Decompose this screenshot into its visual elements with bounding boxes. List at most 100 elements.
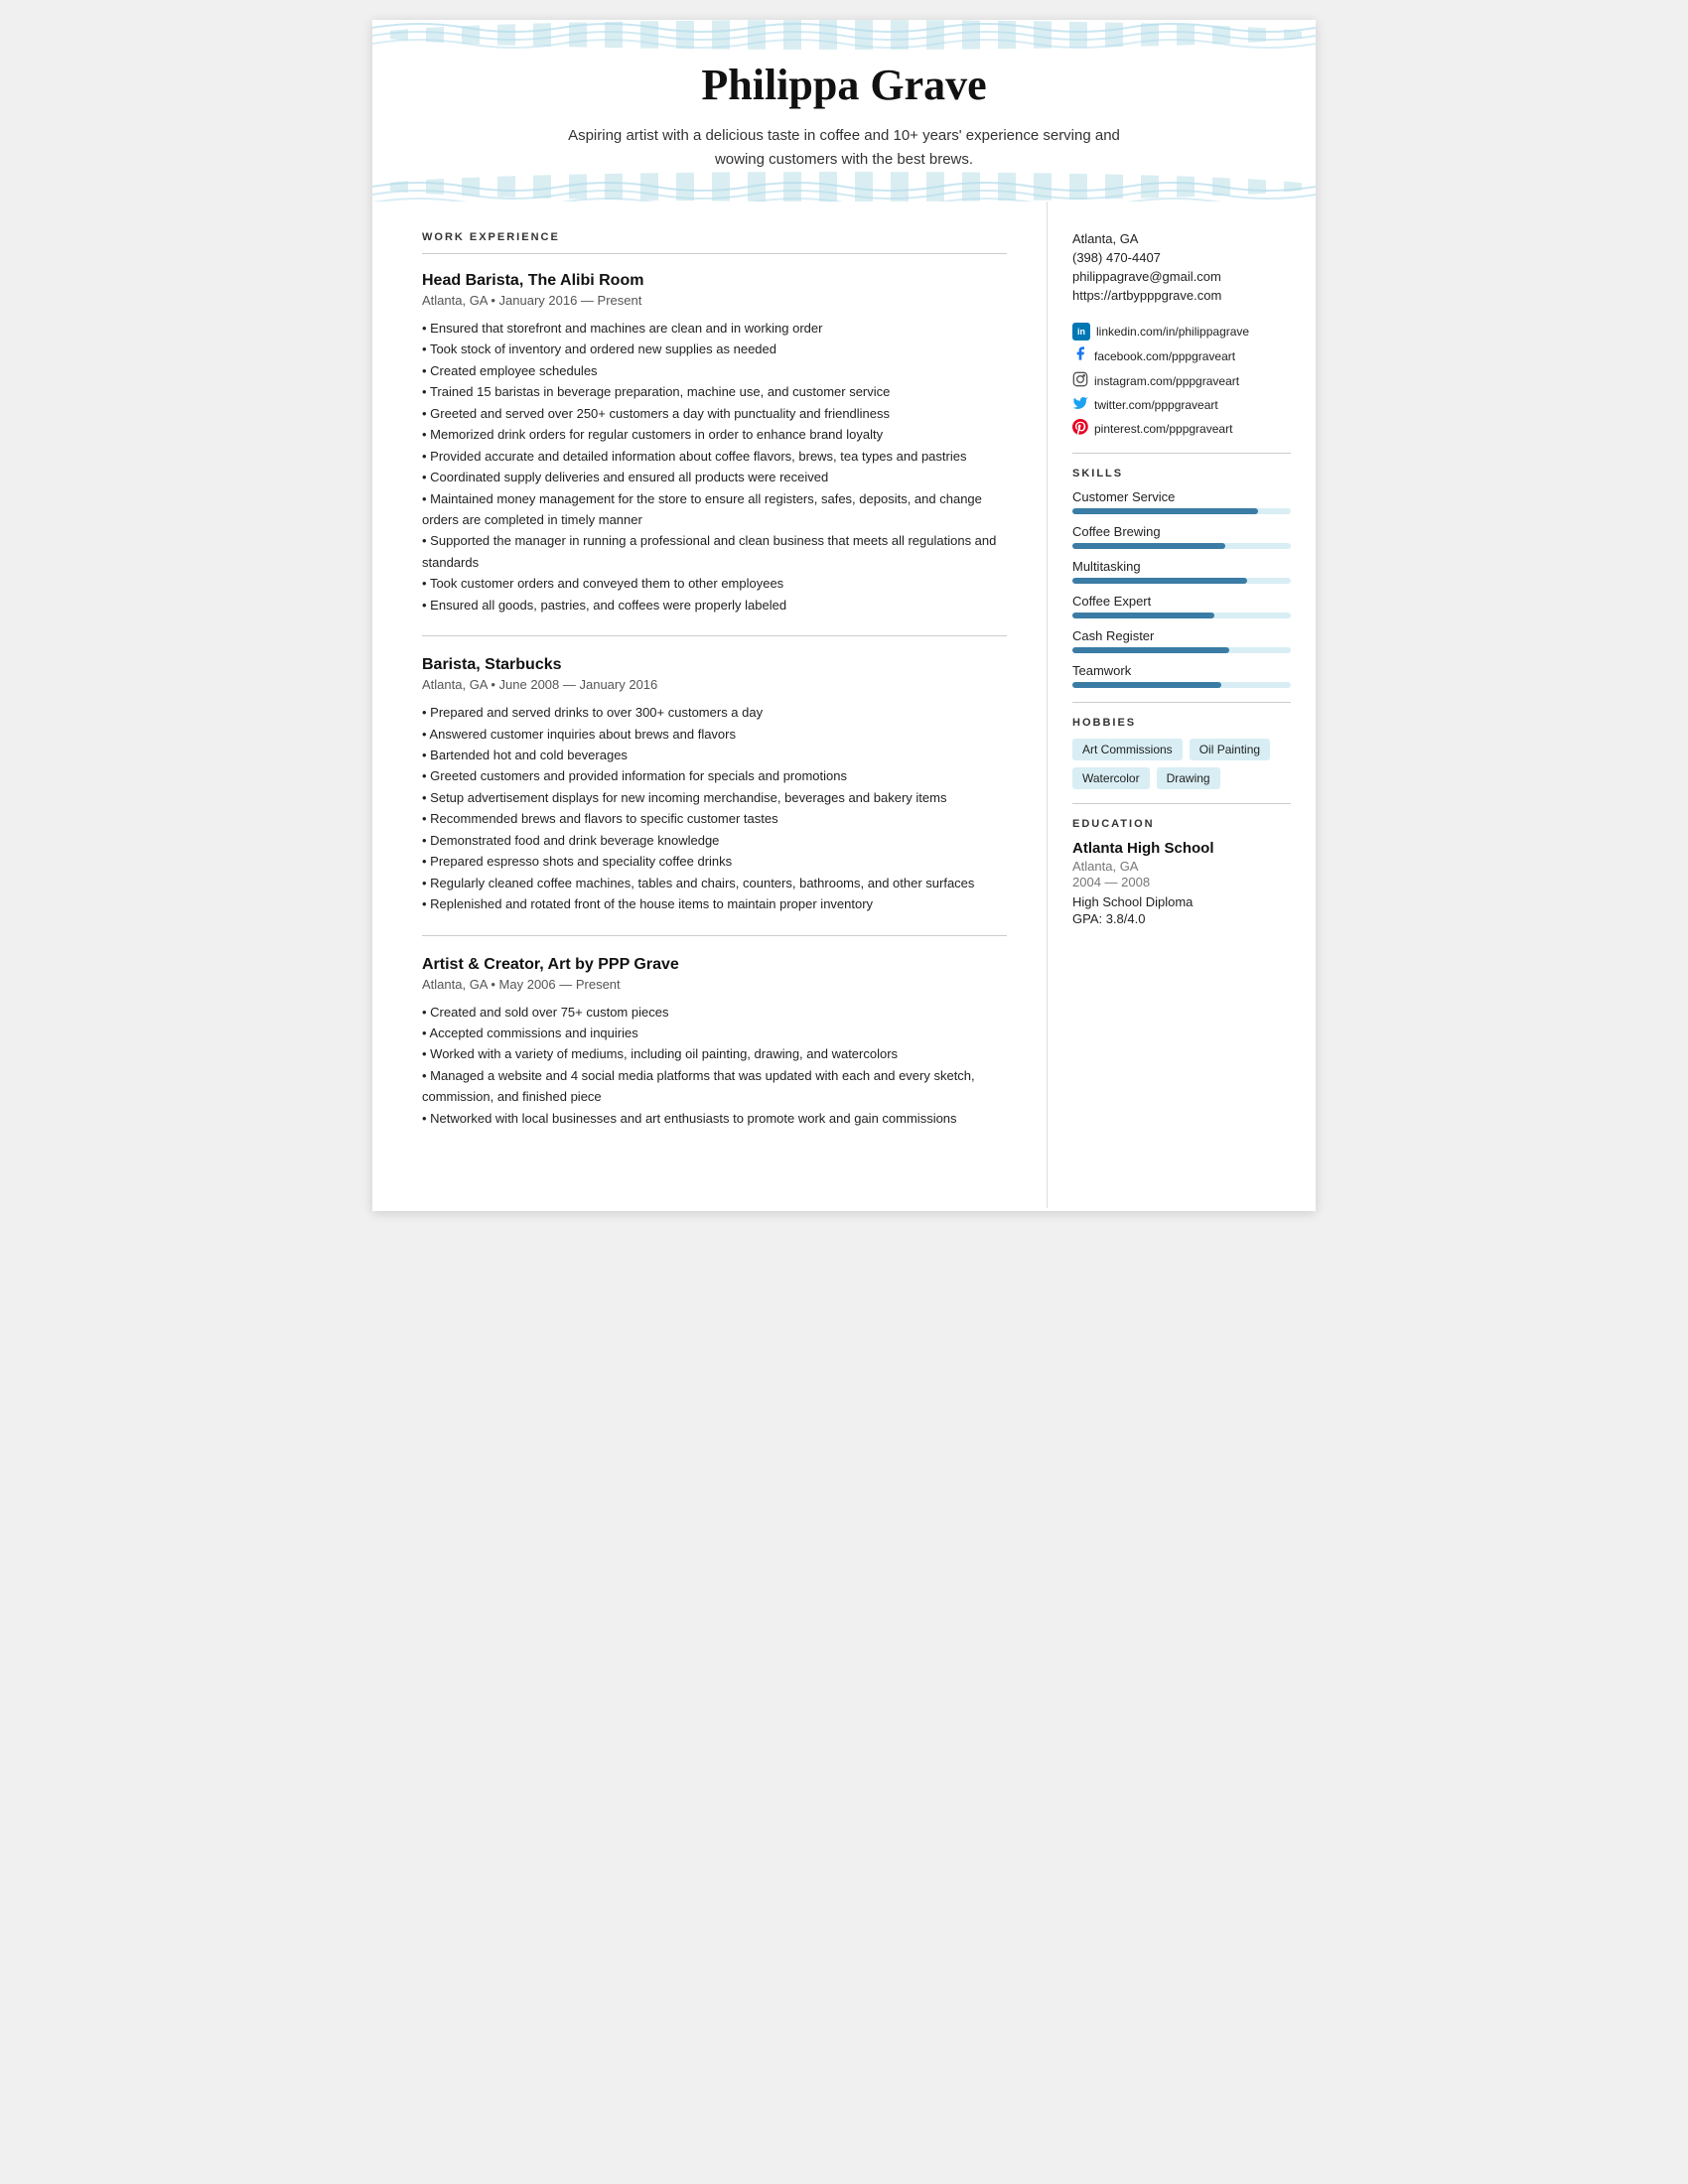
skill-name: Teamwork (1072, 663, 1291, 678)
bullet-item: Maintained money management for the stor… (422, 488, 1007, 531)
contact-website: https://artbypppgrave.com (1072, 288, 1291, 303)
instagram-icon (1072, 371, 1088, 390)
job-meta: Atlanta, GA • May 2006 — Present (422, 977, 1007, 992)
bullet-item: Supported the manager in running a profe… (422, 530, 1007, 573)
hobbies-list: Art CommissionsOil PaintingWatercolorDra… (1072, 739, 1291, 789)
bullet-item: Demonstrated food and drink beverage kno… (422, 830, 1007, 851)
social-item-facebook: facebook.com/pppgraveart (1072, 345, 1291, 366)
bullet-item: Replenished and rotated front of the hou… (422, 893, 1007, 914)
skill-bar-fill (1072, 647, 1229, 653)
edu-years: 2004 — 2008 (1072, 875, 1291, 889)
bullet-item: Memorized drink orders for regular custo… (422, 424, 1007, 445)
bullet-item: Worked with a variety of mediums, includ… (422, 1043, 1007, 1064)
bullet-item: Accepted commissions and inquiries (422, 1023, 1007, 1043)
skill-bar-fill (1072, 508, 1258, 514)
bullet-item: Prepared espresso shots and speciality c… (422, 851, 1007, 872)
skill-name: Customer Service (1072, 489, 1291, 504)
bullet-item: Provided accurate and detailed informati… (422, 446, 1007, 467)
skill-name: Multitasking (1072, 559, 1291, 574)
resume-page: Philippa Grave Aspiring artist with a de… (372, 20, 1316, 1211)
skill-bar-fill (1072, 578, 1247, 584)
right-column: Atlanta, GA (398) 470-4407 philippagrave… (1048, 202, 1316, 1208)
main-content: WORK EXPERIENCE Head Barista, The Alibi … (372, 202, 1316, 1208)
bullet-item: Coordinated supply deliveries and ensure… (422, 467, 1007, 487)
skills-list: Customer Service Coffee Brewing Multitaski… (1072, 489, 1291, 688)
education-divider (1072, 803, 1291, 804)
bullet-item: Created employee schedules (422, 360, 1007, 381)
facebook-handle: facebook.com/pppgraveart (1094, 349, 1235, 363)
job-bullets: Ensured that storefront and machines are… (422, 318, 1007, 615)
bullet-item: Bartended hot and cold beverages (422, 745, 1007, 765)
skill-item: Coffee Expert (1072, 594, 1291, 618)
pinterest-handle: pinterest.com/pppgraveart (1094, 422, 1232, 436)
job-title: Barista, Starbucks (422, 656, 1007, 674)
skill-name: Cash Register (1072, 628, 1291, 643)
bullet-item: Trained 15 baristas in beverage preparat… (422, 381, 1007, 402)
job-meta: Atlanta, GA • June 2008 — January 2016 (422, 677, 1007, 692)
edu-city: Atlanta, GA (1072, 859, 1291, 874)
job-bullets: Created and sold over 75+ custom piecesA… (422, 1002, 1007, 1130)
bullet-item: Ensured all goods, pastries, and coffees… (422, 595, 1007, 615)
edu-school-name: Atlanta High School (1072, 840, 1291, 857)
skill-bar-background (1072, 613, 1291, 618)
education-heading: EDUCATION (1072, 818, 1291, 830)
work-divider (422, 253, 1007, 254)
job-meta: Atlanta, GA • January 2016 — Present (422, 293, 1007, 308)
twitter-handle: twitter.com/pppgraveart (1094, 398, 1218, 412)
skill-bar-fill (1072, 682, 1221, 688)
hobby-tag: Watercolor (1072, 767, 1150, 789)
bullet-item: Answered customer inquiries about brews … (422, 724, 1007, 745)
bullet-item: Setup advertisement displays for new inc… (422, 787, 1007, 808)
hobbies-divider (1072, 702, 1291, 703)
bullet-item: Greeted customers and provided informati… (422, 765, 1007, 786)
bullet-item: Ensured that storefront and machines are… (422, 318, 1007, 339)
hobby-tag: Art Commissions (1072, 739, 1183, 760)
skill-bar-background (1072, 508, 1291, 514)
skill-item: Customer Service (1072, 489, 1291, 514)
skill-bar-background (1072, 578, 1291, 584)
bullet-item: Managed a website and 4 social media pla… (422, 1065, 1007, 1108)
skill-item: Coffee Brewing (1072, 524, 1291, 549)
edu-gpa: GPA: 3.8/4.0 (1072, 911, 1291, 926)
tagline-text: Aspiring artist with a delicious taste i… (556, 124, 1132, 172)
skill-bar-fill (1072, 543, 1225, 549)
social-links: in linkedin.com/in/philippagrave facebook.… (1072, 323, 1291, 439)
pinterest-icon (1072, 419, 1088, 439)
contact-phone: (398) 470-4407 (1072, 250, 1291, 265)
job-title: Artist & Creator, Art by PPP Grave (422, 956, 1007, 974)
social-item-linkedin: in linkedin.com/in/philippagrave (1072, 323, 1291, 341)
resume-header: Philippa Grave Aspiring artist with a de… (372, 20, 1316, 202)
skill-item: Teamwork (1072, 663, 1291, 688)
left-column: WORK EXPERIENCE Head Barista, The Alibi … (372, 202, 1048, 1208)
skill-name: Coffee Expert (1072, 594, 1291, 609)
bullet-item: Networked with local businesses and art … (422, 1108, 1007, 1129)
contact-email: philippagrave@gmail.com (1072, 269, 1291, 284)
contact-location: Atlanta, GA (1072, 231, 1291, 246)
skills-heading: SKILLS (1072, 468, 1291, 479)
hobbies-heading: HOBBIES (1072, 717, 1291, 729)
skill-item: Cash Register (1072, 628, 1291, 653)
skill-bar-fill (1072, 613, 1214, 618)
linkedin-icon: in (1072, 323, 1090, 341)
bullet-item: Created and sold over 75+ custom pieces (422, 1002, 1007, 1023)
bullet-item: Recommended brews and flavors to specifi… (422, 808, 1007, 829)
bullet-item: Regularly cleaned coffee machines, table… (422, 873, 1007, 893)
hobby-tag: Drawing (1157, 767, 1220, 789)
contact-section: Atlanta, GA (398) 470-4407 philippagrave… (1072, 231, 1291, 303)
work-experience-heading: WORK EXPERIENCE (422, 231, 1007, 243)
bullet-item: Prepared and served drinks to over 300+ … (422, 702, 1007, 723)
bullet-item: Greeted and served over 250+ customers a… (422, 403, 1007, 424)
job-item: Artist & Creator, Art by PPP Grave Atlant… (422, 956, 1007, 1150)
skill-item: Multitasking (1072, 559, 1291, 584)
social-item-instagram: instagram.com/pppgraveart (1072, 371, 1291, 390)
skill-bar-background (1072, 543, 1291, 549)
twitter-icon (1072, 395, 1088, 414)
bullet-item: Took stock of inventory and ordered new … (422, 339, 1007, 359)
bullet-item: Took customer orders and conveyed them t… (422, 573, 1007, 594)
skills-divider (1072, 453, 1291, 454)
instagram-handle: instagram.com/pppgraveart (1094, 374, 1239, 388)
jobs-list: Head Barista, The Alibi RoomAtlanta, GA … (422, 272, 1007, 1149)
edu-degree: High School Diploma (1072, 894, 1291, 909)
linkedin-handle: linkedin.com/in/philippagrave (1096, 325, 1249, 339)
skill-name: Coffee Brewing (1072, 524, 1291, 539)
